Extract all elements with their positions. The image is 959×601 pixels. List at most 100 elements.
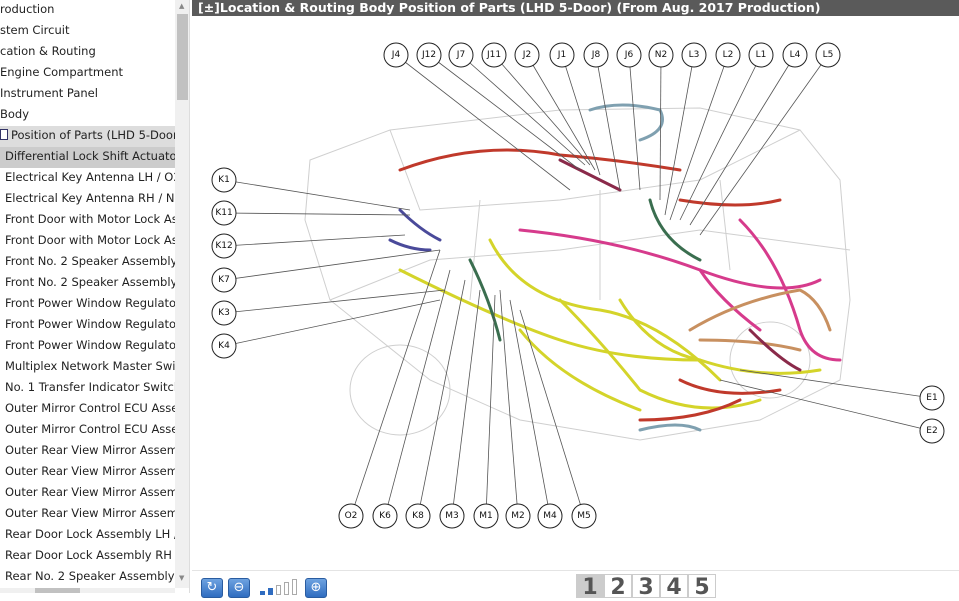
vertical-scrollbar[interactable]: ▲ ▼ <box>175 0 189 588</box>
callout-j11[interactable]: J11 <box>481 42 507 68</box>
wire-harness <box>388 208 442 252</box>
zoom-step[interactable] <box>284 582 289 595</box>
expand-toggle[interactable]: [±] <box>198 0 220 15</box>
tree-item[interactable]: Outer Mirror Control ECU Assembly <box>0 420 175 441</box>
tree-item[interactable]: Front No. 2 Speaker Assembly <box>0 273 175 294</box>
tree-item[interactable]: Front No. 2 Speaker Assembly <box>0 252 175 273</box>
callout-label: M3 <box>445 511 459 521</box>
zoom-step[interactable] <box>260 591 265 595</box>
tree-item[interactable]: Engine Compartment <box>0 63 175 84</box>
tree-item[interactable]: Outer Rear View Mirror Assembly <box>0 504 175 525</box>
wire-harnesses <box>388 103 842 432</box>
callout-j1[interactable]: J1 <box>549 42 575 68</box>
callout-j8[interactable]: J8 <box>583 42 609 68</box>
tree-item[interactable]: Electrical Key Antenna RH / N2 <box>0 189 175 210</box>
wire-harness <box>738 218 842 362</box>
pagination: 12345 <box>576 574 716 600</box>
tree-item[interactable]: No. 1 Transfer Indicator Switch <box>0 378 175 399</box>
callout-k7[interactable]: K7 <box>211 267 237 293</box>
page-5-button[interactable]: 5 <box>688 574 716 600</box>
tree-item[interactable]: Rear Door Lock Assembly RH / <box>0 546 175 567</box>
page-1-button[interactable]: 1 <box>576 574 604 600</box>
callout-m3[interactable]: M3 <box>439 503 465 529</box>
callout-m4[interactable]: M4 <box>537 503 563 529</box>
callout-l2[interactable]: L2 <box>715 42 741 68</box>
callout-k11[interactable]: K11 <box>211 200 237 226</box>
tree-item[interactable]: Rear No. 2 Speaker Assembly <box>0 567 175 588</box>
tree-item-label: Rear Door Lock Assembly LH / <box>5 527 175 541</box>
tree-item[interactable]: Outer Rear View Mirror Assembly <box>0 462 175 483</box>
callout-label: J6 <box>624 50 634 60</box>
refresh-button[interactable]: ↻ <box>201 578 223 598</box>
leader-line <box>664 54 695 216</box>
tree-item[interactable]: Body <box>0 105 175 126</box>
callout-j12[interactable]: J12 <box>416 42 442 68</box>
callout-n2[interactable]: N2 <box>648 42 674 68</box>
zoom-in-button[interactable]: ⊕ <box>305 578 327 598</box>
callout-k12[interactable]: K12 <box>211 233 237 259</box>
callout-label: K11 <box>215 208 232 218</box>
tree-item[interactable]: stem Circuit <box>0 21 175 42</box>
page-3-button[interactable]: 3 <box>632 574 660 600</box>
callout-k1[interactable]: K1 <box>211 167 237 193</box>
callout-l5[interactable]: L5 <box>815 42 841 68</box>
tree-item[interactable]: roduction <box>0 0 175 21</box>
callout-m5[interactable]: M5 <box>571 503 597 529</box>
tree-item-label: Outer Mirror Control ECU Assembly <box>5 401 175 415</box>
callout-e2[interactable]: E2 <box>919 418 945 444</box>
callout-label: N2 <box>655 50 667 60</box>
tree-item[interactable]: Outer Rear View Mirror Assembly <box>0 483 175 504</box>
callout-e1[interactable]: E1 <box>919 385 945 411</box>
wire-harness <box>518 228 822 332</box>
zoom-step[interactable] <box>268 588 273 595</box>
wire-harness <box>488 238 762 410</box>
tree-item-label: Front Power Window Regulator <box>5 338 175 352</box>
callout-j7[interactable]: J7 <box>448 42 474 68</box>
tree-item[interactable]: Position of Parts (LHD 5-Door) <box>0 126 175 147</box>
tree-item[interactable]: Front Power Window Regulator <box>0 315 175 336</box>
callout-l4[interactable]: L4 <box>782 42 808 68</box>
callout-l1[interactable]: L1 <box>748 42 774 68</box>
tree-item-label: Outer Rear View Mirror Assembly <box>5 443 175 457</box>
callout-j2[interactable]: J2 <box>514 42 540 68</box>
page-4-button[interactable]: 4 <box>660 574 688 600</box>
tree-item[interactable]: Instrument Panel <box>0 84 175 105</box>
callout-m2[interactable]: M2 <box>505 503 531 529</box>
callout-j4[interactable]: J4 <box>383 42 409 68</box>
scroll-up-icon[interactable]: ▲ <box>179 2 184 10</box>
horizontal-scrollbar[interactable] <box>0 588 175 593</box>
callout-l3[interactable]: L3 <box>681 42 707 68</box>
callout-k4[interactable]: K4 <box>211 333 237 359</box>
tree-item[interactable]: Electrical Key Antenna LH / O2 <box>0 168 175 189</box>
leader-line <box>417 279 466 517</box>
callout-k3[interactable]: K3 <box>211 300 237 326</box>
leader-line <box>509 299 551 517</box>
zoom-step[interactable] <box>276 585 281 595</box>
tree-item[interactable]: Outer Rear View Mirror Assembly <box>0 441 175 462</box>
callout-label: J1 <box>557 50 566 60</box>
callout-o2[interactable]: O2 <box>338 503 364 529</box>
callout-j6[interactable]: J6 <box>616 42 642 68</box>
tree-item[interactable]: Front Power Window Regulator <box>0 336 175 357</box>
tree-item[interactable]: Front Power Window Regulator <box>0 294 175 315</box>
tree-item[interactable]: cation & Routing <box>0 42 175 63</box>
callout-label: E1 <box>926 393 937 403</box>
scroll-down-icon[interactable]: ▼ <box>179 574 184 582</box>
callout-label: L3 <box>689 50 700 60</box>
callout-m1[interactable]: M1 <box>473 503 499 529</box>
scroll-thumb[interactable] <box>177 14 188 100</box>
callout-k8[interactable]: K8 <box>405 503 431 529</box>
tree-item-label: Rear Door Lock Assembly RH / <box>5 548 175 562</box>
leader-line <box>223 249 441 281</box>
callout-k6[interactable]: K6 <box>372 503 398 529</box>
tree-item[interactable]: Front Door with Motor Lock Assembly <box>0 210 175 231</box>
page-2-button[interactable]: 2 <box>604 574 632 600</box>
tree-item[interactable]: Differential Lock Shift Actuator <box>0 147 175 168</box>
callout-label: L2 <box>723 50 734 60</box>
tree-item[interactable]: Front Door with Motor Lock Assembly <box>0 231 175 252</box>
tree-item[interactable]: Multiplex Network Master Switch <box>0 357 175 378</box>
hscroll-thumb[interactable] <box>35 588 80 593</box>
tree-item[interactable]: Outer Mirror Control ECU Assembly <box>0 399 175 420</box>
zoom-out-button[interactable]: ⊖ <box>228 578 250 598</box>
tree-item[interactable]: Rear Door Lock Assembly LH / <box>0 525 175 546</box>
